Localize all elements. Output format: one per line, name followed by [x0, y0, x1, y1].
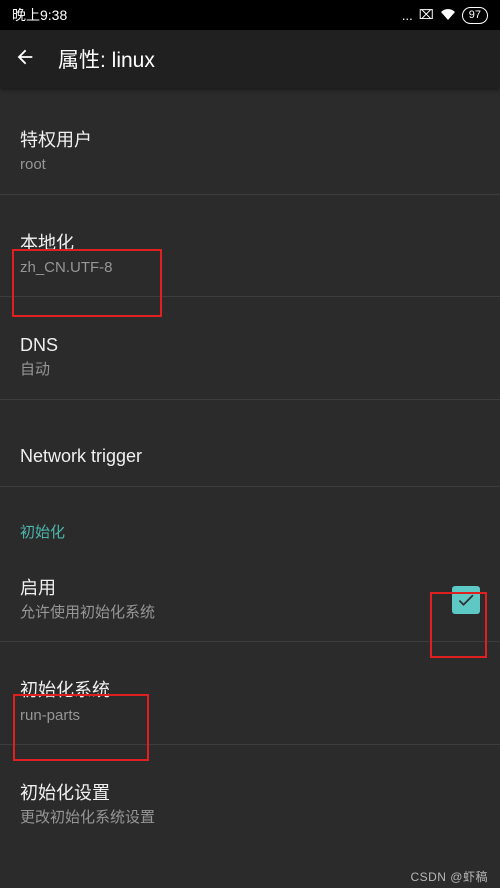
setting-title: 初始化设置 — [20, 781, 480, 805]
setting-privileged-user[interactable]: 特权用户 root — [0, 92, 500, 195]
setting-title: 初始化系统 — [20, 678, 480, 702]
setting-sub: 允许使用初始化系统 — [20, 603, 155, 623]
status-icons: ... ⌧ 97 — [402, 7, 488, 24]
watermark: CSDN @虾稿 — [410, 868, 488, 885]
setting-title: 启用 — [20, 576, 155, 600]
setting-title: DNS — [20, 333, 480, 357]
page-title: 属性: linux — [58, 44, 155, 74]
setting-sub: run-parts — [20, 706, 480, 726]
battery-badge: 97 — [462, 7, 488, 24]
status-bar: 晚上9:38 ... ⌧ 97 — [0, 0, 500, 30]
setting-network-trigger[interactable]: Network trigger — [0, 400, 500, 487]
wifi-icon — [440, 8, 456, 23]
setting-dns[interactable]: DNS 自动 — [0, 297, 500, 400]
setting-init-settings[interactable]: 初始化设置 更改初始化系统设置 — [0, 745, 500, 847]
setting-title: 特权用户 — [20, 128, 480, 152]
setting-sub: 更改初始化系统设置 — [20, 808, 480, 828]
setting-init-enable[interactable]: 启用 允许使用初始化系统 — [0, 556, 500, 643]
setting-title: Network trigger — [20, 444, 480, 468]
back-icon[interactable] — [14, 46, 36, 73]
more-icon: ... — [402, 8, 413, 23]
setting-sub: 自动 — [20, 360, 480, 380]
check-icon — [456, 590, 476, 610]
setting-localization[interactable]: 本地化 zh_CN.UTF-8 — [0, 195, 500, 298]
app-bar: 属性: linux — [0, 30, 500, 88]
setting-sub: zh_CN.UTF-8 — [20, 258, 480, 278]
section-header-init: 初始化 — [0, 487, 500, 556]
checkbox-init-enable[interactable] — [452, 586, 480, 614]
status-time: 晚上9:38 — [12, 5, 402, 25]
setting-sub: root — [20, 155, 480, 175]
setting-init-system[interactable]: 初始化系统 run-parts — [0, 642, 500, 745]
setting-title: 本地化 — [20, 231, 480, 255]
close-box-icon: ⌧ — [419, 7, 434, 23]
settings-list: 特权用户 root 本地化 zh_CN.UTF-8 DNS 自动 Network… — [0, 88, 500, 847]
